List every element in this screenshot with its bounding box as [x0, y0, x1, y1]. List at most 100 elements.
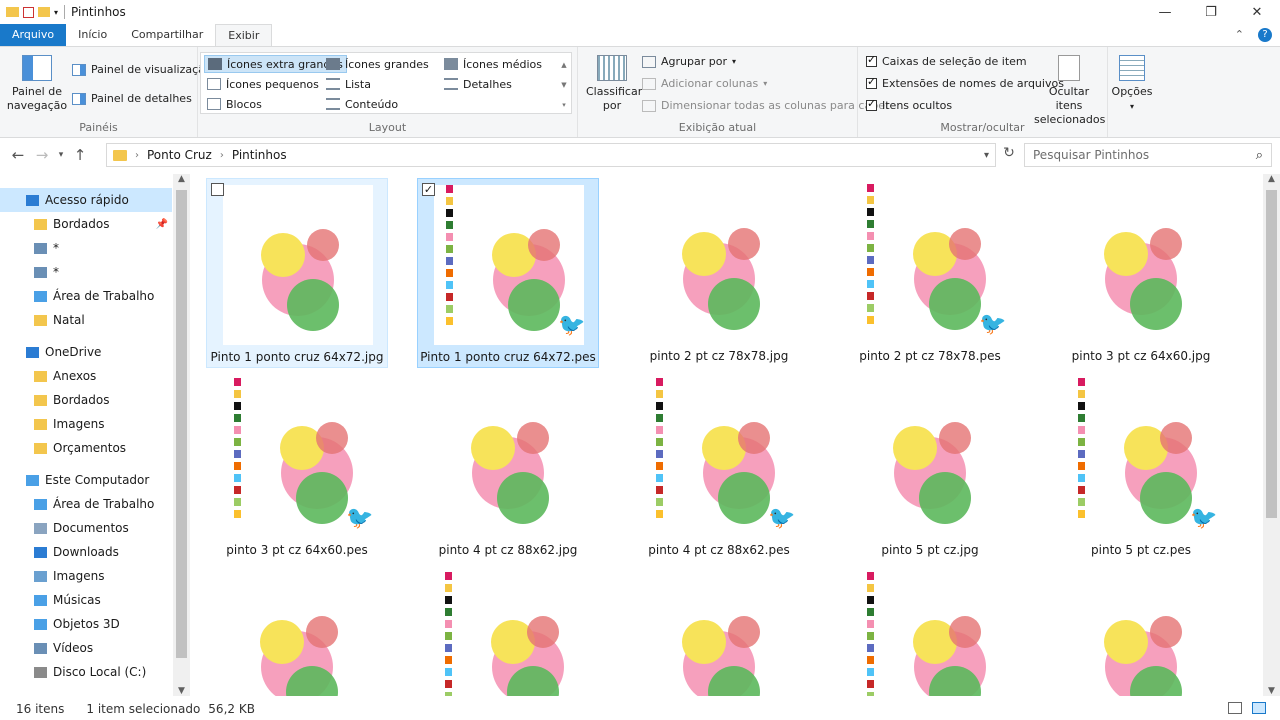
forward-arrow-icon[interactable]: →: [30, 146, 54, 164]
tab-home[interactable]: Início: [66, 24, 119, 46]
layout-medium-icons[interactable]: Ícones médios: [441, 55, 545, 73]
tab-file[interactable]: Arquivo: [0, 24, 67, 46]
maximize-button[interactable]: ❐: [1188, 0, 1234, 24]
sidebar-item[interactable]: Bordados: [0, 388, 172, 412]
refresh-icon[interactable]: ↻: [998, 145, 1020, 161]
file-tile[interactable]: Pinto 1 ponto cruz 64x72.jpg: [206, 178, 388, 368]
file-tile[interactable]: 🐦: [839, 566, 1021, 696]
collapse-ribbon-icon[interactable]: ⌃: [1235, 28, 1244, 42]
file-tile[interactable]: pinto 5 pt cz.jpg: [839, 372, 1021, 562]
sidebar-item[interactable]: Orçamentos: [0, 436, 172, 460]
scroll-up-icon[interactable]: ▲: [173, 174, 190, 184]
file-tile[interactable]: 🐦 pinto 5 pt cz.pes: [1050, 372, 1232, 562]
sidebar-item[interactable]: Acesso rápido: [0, 188, 172, 212]
layout-tiles[interactable]: Blocos: [204, 95, 265, 113]
file-tile[interactable]: pinto 2 pt cz 78x78.jpg: [628, 178, 810, 368]
layout-small-icons[interactable]: Ícones pequenos: [204, 75, 322, 93]
sidebar-scroll-thumb[interactable]: [176, 190, 187, 658]
content-scrollbar[interactable]: ▲ ▼: [1263, 174, 1280, 696]
tab-view[interactable]: Exibir: [215, 24, 273, 46]
hide-selected-button[interactable]: Ocultar itens selecionados: [1034, 55, 1105, 127]
search-input[interactable]: Pesquisar Pintinhos ⌕: [1024, 143, 1272, 167]
breadcrumb-pintinhos[interactable]: Pintinhos: [232, 148, 287, 162]
file-tile[interactable]: pinto 4 pt cz 88x62.jpg: [417, 372, 599, 562]
layout-large-icons[interactable]: Ícones grandes: [323, 55, 432, 73]
close-button[interactable]: ✕: [1234, 0, 1280, 24]
file-tile[interactable]: 🐦 ✓ Pinto 1 ponto cruz 64x72.pes: [417, 178, 599, 368]
sidebar-item[interactable]: *: [0, 260, 172, 284]
address-bar[interactable]: › Ponto Cruz › Pintinhos ▾: [106, 143, 996, 167]
sidebar-item[interactable]: Vídeos: [0, 636, 172, 660]
sort-by-button[interactable]: Classificar por: [586, 55, 642, 113]
item-checkboxes-toggle[interactable]: Caixas de seleção de item: [866, 53, 1027, 68]
hidden-items-checkbox[interactable]: [866, 97, 877, 111]
cross-stitch-illustration: [261, 229, 339, 331]
hidden-items-toggle[interactable]: Itens ocultos: [866, 97, 952, 112]
preview-pane-button[interactable]: Painel de visualização: [72, 63, 212, 76]
size-columns-button[interactable]: Dimensionar todas as colunas para caber: [642, 99, 889, 112]
file-tile[interactable]: [628, 566, 810, 696]
help-icon[interactable]: ?: [1258, 28, 1272, 42]
sidebar-item[interactable]: Área de Trabalho: [0, 492, 172, 516]
thread-swatch: [867, 184, 874, 192]
sidebar-item[interactable]: Documentos: [0, 516, 172, 540]
sidebar-item[interactable]: Este Computador: [0, 468, 172, 492]
details-pane-button[interactable]: Painel de detalhes: [72, 92, 192, 105]
group-label-show-hide: Mostrar/ocultar: [940, 121, 1025, 134]
item-checkbox[interactable]: ✓: [422, 183, 435, 196]
large-icons-view-icon[interactable]: [1252, 702, 1266, 714]
recent-locations-icon[interactable]: ▾: [54, 150, 68, 160]
sidebar-item[interactable]: Downloads: [0, 540, 172, 564]
scroll-down-icon[interactable]: ▼: [1263, 686, 1280, 696]
up-arrow-icon[interactable]: ↑: [68, 146, 92, 164]
file-tile[interactable]: [1050, 566, 1232, 696]
breadcrumb-ponto-cruz[interactable]: Ponto Cruz: [147, 148, 212, 162]
sidebar-item[interactable]: Músicas: [0, 588, 172, 612]
layout-gallery-scroll[interactable]: ▲ ▼ ▾: [559, 55, 569, 115]
content-scroll-thumb[interactable]: [1266, 190, 1277, 518]
sidebar-item[interactable]: *: [0, 236, 172, 260]
chevron-down-icon[interactable]: ▾: [984, 150, 989, 161]
group-by-button[interactable]: Agrupar por ▾: [642, 55, 736, 68]
file-tile[interactable]: 🐦 pinto 4 pt cz 88x62.pes: [628, 372, 810, 562]
item-checkboxes-checkbox[interactable]: [866, 53, 877, 67]
chevron-right-icon[interactable]: ›: [220, 150, 224, 161]
sidebar-item[interactable]: Objetos 3D: [0, 612, 172, 636]
pin-icon[interactable]: 📌: [156, 219, 168, 230]
details-view-icon[interactable]: [1228, 702, 1242, 714]
sidebar-item[interactable]: OneDrive: [0, 340, 172, 364]
options-button[interactable]: Opções ▾: [1110, 55, 1154, 114]
file-tile[interactable]: 🐦 pinto 3 pt cz 64x60.pes: [206, 372, 388, 562]
properties-icon[interactable]: [23, 6, 34, 18]
sidebar-item[interactable]: Área de Trabalho: [0, 284, 172, 308]
layout-details[interactable]: Detalhes: [441, 75, 515, 93]
thread-swatch: [445, 632, 452, 640]
sidebar-item[interactable]: Bordados 📌: [0, 212, 172, 236]
sidebar-scrollbar[interactable]: ▲ ▼: [173, 174, 190, 696]
hide-selected-icon: [1058, 55, 1080, 81]
tab-share[interactable]: Compartilhar: [119, 24, 215, 46]
sidebar-item[interactable]: Anexos: [0, 364, 172, 388]
thread-swatch: [446, 293, 453, 301]
layout-list[interactable]: Lista: [323, 75, 374, 93]
file-tile[interactable]: pinto 3 pt cz 64x60.jpg: [1050, 178, 1232, 368]
scroll-up-icon[interactable]: ▲: [1263, 174, 1280, 184]
file-tile[interactable]: 🐦 pinto 2 pt cz 78x78.pes: [839, 178, 1021, 368]
file-tile[interactable]: 🐦: [417, 566, 599, 696]
minimize-button[interactable]: —: [1142, 0, 1188, 24]
customize-toolbar-icon[interactable]: ▾: [54, 8, 58, 17]
file-tile[interactable]: [206, 566, 388, 696]
new-folder-icon[interactable]: [38, 7, 50, 17]
sidebar-item[interactable]: Disco Local (C:): [0, 660, 172, 684]
nav-pane-button[interactable]: Painel de navegação: [4, 55, 70, 113]
sidebar-item[interactable]: Imagens: [0, 564, 172, 588]
sidebar-item[interactable]: Natal: [0, 308, 172, 332]
file-extensions-checkbox[interactable]: [866, 75, 877, 89]
back-arrow-icon[interactable]: ←: [6, 146, 30, 164]
sidebar-item[interactable]: Imagens: [0, 412, 172, 436]
layout-content[interactable]: Conteúdo: [323, 95, 401, 113]
item-checkbox[interactable]: [211, 183, 224, 196]
add-columns-button[interactable]: Adicionar colunas ▾: [642, 77, 767, 90]
chevron-right-icon[interactable]: ›: [135, 150, 139, 161]
scroll-down-icon[interactable]: ▼: [173, 686, 190, 696]
